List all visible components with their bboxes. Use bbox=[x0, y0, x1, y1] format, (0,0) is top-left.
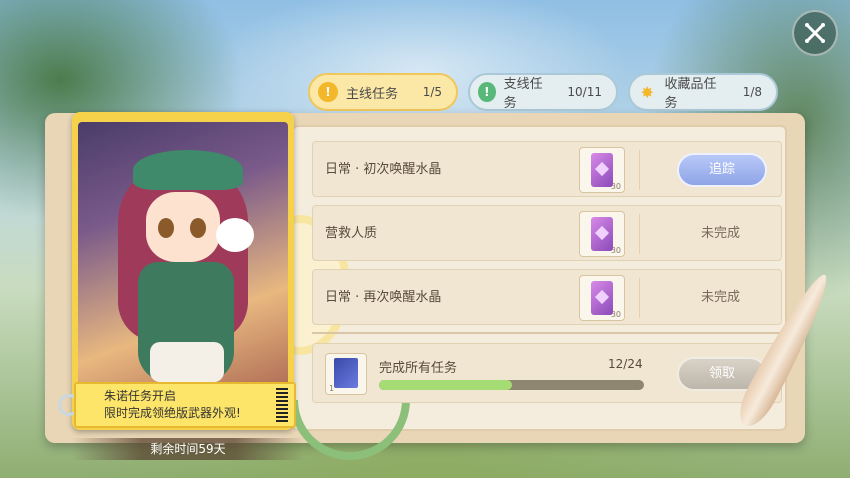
task-status: 未完成 bbox=[700, 226, 740, 241]
task-name: 日常 · 初次唤醒水晶 bbox=[325, 162, 442, 177]
reward-item[interactable]: 30 bbox=[579, 211, 625, 257]
bird-companion bbox=[216, 218, 254, 252]
reward-item[interactable]: 1 bbox=[325, 353, 367, 395]
star-icon: ✸ bbox=[640, 82, 654, 102]
exclamation-icon: ! bbox=[478, 82, 496, 102]
banner-title: 朱诺任务开启 bbox=[104, 389, 177, 403]
task-row: 日常 · 初次唤醒水晶 30 追踪 bbox=[312, 141, 782, 197]
track-button[interactable]: 追踪 bbox=[677, 153, 767, 187]
event-banner: 朱诺任务开启 限时完成领绝版武器外观! bbox=[74, 382, 296, 428]
crystal-card-icon bbox=[591, 217, 613, 251]
character-eye bbox=[190, 218, 206, 238]
tab-count: 10/11 bbox=[567, 85, 602, 99]
task-status: 未完成 bbox=[700, 290, 740, 305]
character-skirt bbox=[150, 342, 224, 382]
section-divider bbox=[312, 332, 782, 334]
divider bbox=[639, 214, 640, 254]
reward-quantity: 30 bbox=[610, 310, 621, 319]
task-row: 营救人质 30 未完成 bbox=[312, 205, 782, 261]
character-illustration bbox=[78, 122, 288, 417]
reward-quantity: 30 bbox=[610, 182, 621, 191]
tab-count: 1/5 bbox=[422, 85, 442, 99]
divider bbox=[639, 150, 640, 190]
tab-label: 支线任务 bbox=[503, 77, 543, 111]
star-book-icon bbox=[334, 358, 358, 388]
close-button[interactable] bbox=[792, 10, 838, 56]
exclamation-icon: ! bbox=[318, 82, 338, 102]
tab-label: 收藏品任务 bbox=[664, 77, 717, 111]
tab-count: 1/8 bbox=[742, 85, 762, 99]
crystal-card-icon bbox=[591, 281, 613, 315]
tab-main-quests[interactable]: ! 主线任务 1/5 bbox=[308, 73, 458, 111]
progress-bar bbox=[379, 380, 644, 390]
tab-side-quests[interactable]: ! 支线任务 10/11 bbox=[468, 73, 618, 111]
character-eye bbox=[158, 218, 174, 238]
time-remaining: 剩余时间59天 bbox=[72, 438, 304, 460]
task-name: 日常 · 再次唤醒水晶 bbox=[325, 290, 442, 305]
reward-quantity: 30 bbox=[610, 246, 621, 255]
ribbon-decoration bbox=[290, 400, 410, 460]
quest-tabs: ! 主线任务 1/5 ! 支线任务 10/11 ✸ 收藏品任务 1/8 bbox=[308, 73, 778, 111]
reward-item[interactable]: 30 bbox=[579, 275, 625, 321]
divider bbox=[639, 278, 640, 318]
task-row: 日常 · 再次唤醒水晶 30 未完成 bbox=[312, 269, 782, 325]
progress-fill bbox=[379, 380, 512, 390]
total-task-name: 完成所有任务 bbox=[379, 361, 458, 376]
reward-item[interactable]: 30 bbox=[579, 147, 625, 193]
task-name: 营救人质 bbox=[325, 226, 378, 241]
crystal-card-icon bbox=[591, 153, 613, 187]
tab-label: 主线任务 bbox=[346, 86, 399, 102]
reward-quantity: 1 bbox=[329, 384, 335, 393]
banner-subtitle: 限时完成领绝版武器外观! bbox=[104, 406, 241, 420]
close-icon bbox=[805, 23, 825, 43]
all-tasks-reward-row: 1 完成所有任务 12/24 领取 bbox=[312, 343, 782, 403]
character-hat bbox=[133, 150, 243, 190]
barcode-icon bbox=[276, 388, 288, 424]
total-task-count: 12/24 bbox=[608, 357, 643, 371]
tab-collectible-quests[interactable]: ✸ 收藏品任务 1/8 bbox=[628, 73, 778, 111]
